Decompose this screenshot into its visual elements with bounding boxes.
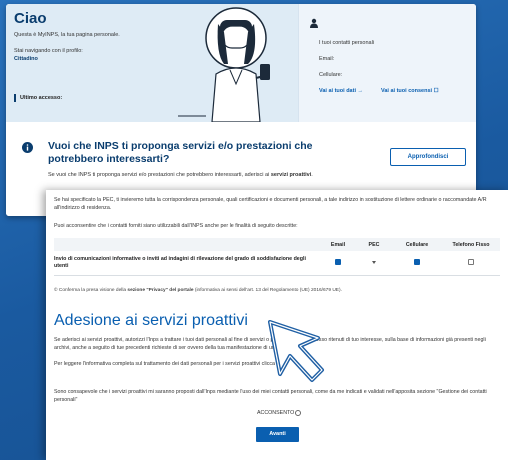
privacy-text-after: (informativa ai sensi dell'art. 13 del R… <box>194 288 342 293</box>
table-row: Invio di comunicazioni informative o inv… <box>54 251 500 276</box>
woman-with-phone-illustration <box>178 7 270 122</box>
consent-radio[interactable] <box>295 410 302 416</box>
privacy-note: © Conferma la presa visione della sezion… <box>54 288 342 293</box>
welcome-text: Questa è MyINPS, la tua pagina personale… <box>14 32 120 38</box>
go-to-consents-link[interactable]: Vai ai tuoi consensi ☐ <box>381 88 439 94</box>
banner-title: Vuoi che INPS ti proponga servizi e/o pr… <box>48 140 313 165</box>
landline-consent-cell <box>442 251 500 276</box>
contact-consent-table: Email PEC Cellulare Telefono Fisso Invio… <box>54 238 500 276</box>
profile-name: Cittadino <box>14 56 38 62</box>
contacts-title: I tuoi contatti personali <box>319 40 375 46</box>
landline-checkbox[interactable] <box>468 258 474 265</box>
table-header-phone: Cellulare <box>392 238 442 251</box>
section-title: Adesione ai servizi proattivi <box>54 312 248 329</box>
table-header-row: Email PEC Cellulare Telefono Fisso <box>54 238 500 251</box>
last-access-label: Ultimo accesso: <box>14 94 62 102</box>
table-header-label <box>54 238 320 251</box>
table-header-email: Email <box>320 238 356 251</box>
privacy-text-before: © Conferma la presa visione della <box>54 288 127 293</box>
consent-radio-label: ACCONSENTO <box>257 410 295 416</box>
adesione-paragraph-2: Per leggere l'informativa completa sul t… <box>54 361 284 367</box>
myinps-home-card: Ciao Questa è MyINPS, la tua pagina pers… <box>6 4 476 216</box>
table-header-pec: PEC <box>356 238 392 251</box>
email-consent-cell <box>320 251 356 276</box>
row-label: Invio di comunicazioni informative o inv… <box>54 251 320 276</box>
pointer-arrow-icon <box>268 320 324 382</box>
pec-text: Se hai specificato la PEC, ti invieremo … <box>54 197 487 211</box>
phone-label: Cellulare: <box>319 72 343 78</box>
phone-consent-cell <box>392 251 442 276</box>
consent-radio-group[interactable]: ACCONSENTO <box>257 410 302 416</box>
next-button[interactable]: Avanti <box>256 427 299 442</box>
person-icon <box>310 18 318 28</box>
pec-consent-cell <box>356 251 392 276</box>
learn-more-button[interactable]: Approfondisci <box>390 148 466 166</box>
greeting: Ciao <box>14 10 47 27</box>
pec-dropdown-icon[interactable] <box>372 260 376 264</box>
consent-intro-text: Puoi acconsentire che i contatti forniti… <box>54 223 298 229</box>
info-icon <box>22 142 33 153</box>
navigating-as-text: Stai navigando con il profilo: <box>14 48 83 54</box>
contacts-panel: I tuoi contatti personali Email: Cellula… <box>298 4 476 122</box>
banner-text-bold: servizi proattivi <box>270 172 312 178</box>
phone-checkbox[interactable] <box>414 258 420 265</box>
banner-text: Se vuoi che INPS ti proponga servizi e/o… <box>48 172 313 178</box>
go-to-data-link[interactable]: Vai ai tuoi dati → <box>319 88 363 94</box>
info-text: Per leggere l'informativa completa sul t… <box>54 361 275 367</box>
banner-text-main: Se vuoi che INPS ti proponga servizi e/o… <box>48 172 270 178</box>
table-header-landline: Telefono Fisso <box>442 238 500 251</box>
email-checkbox[interactable] <box>335 258 341 265</box>
privacy-link[interactable]: sezione "Privacy" del portale <box>127 288 193 293</box>
email-label: Email: <box>319 56 335 62</box>
adesione-paragraph-3: Sono consapevole che i servizi proattivi… <box>54 389 487 403</box>
